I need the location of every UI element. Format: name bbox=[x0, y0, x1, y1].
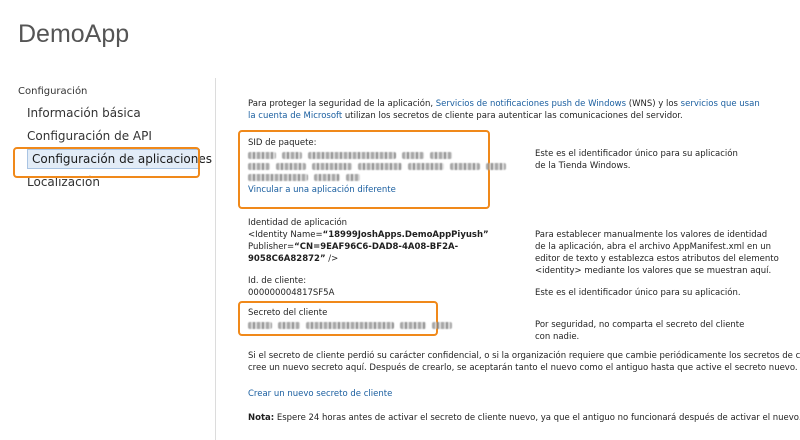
app-identity-desc-line3: editor de texto y establezca estos atrib… bbox=[535, 254, 779, 264]
microsoft-account-services-link-b[interactable]: la cuenta de Microsoft bbox=[248, 111, 342, 121]
intro-text-3: utilizan los secretos de cliente para au… bbox=[342, 111, 683, 121]
package-sid-label: SID de paquete: bbox=[248, 138, 317, 148]
secret-info-line2: cree un nuevo secreto aquí. Después de c… bbox=[248, 363, 798, 373]
client-id-value: 000000004817SF5A bbox=[248, 288, 335, 298]
sidebar-item-informacion-basica[interactable]: Información básica bbox=[18, 103, 208, 123]
app-identity-line3: 9058C6A82872” /> bbox=[248, 253, 338, 265]
app-identity-line1: <Identity Name=“18999JoshApps.DemoAppPiy… bbox=[248, 229, 489, 241]
app-identity-desc-line4: <identity> mediante los valores que se m… bbox=[535, 266, 772, 276]
client-secret-desc-line1: Por seguridad, no comparta el secreto de… bbox=[535, 320, 745, 330]
intro-text-2: (WNS) y los bbox=[626, 99, 681, 109]
identity-publisher-value: “CN=9EAF96C6-DAD8-4A08-BF2A- bbox=[294, 242, 459, 252]
client-secret-desc-line2: con nadie. bbox=[535, 332, 580, 342]
app-title: DemoApp bbox=[18, 20, 130, 48]
microsoft-account-services-link-a[interactable]: servicios que usan bbox=[681, 99, 760, 109]
identity-publisher-prefix: Publisher= bbox=[248, 242, 295, 252]
client-secret-label: Secreto del cliente bbox=[248, 308, 328, 318]
package-sid-desc-line1: Este es el identificador único para su a… bbox=[535, 149, 738, 159]
note-text: Espere 24 horas antes de activar el secr… bbox=[274, 413, 800, 423]
app-identity-desc-line1: Para establecer manualmente los valores … bbox=[535, 230, 768, 240]
client-id-label: Id. de cliente: bbox=[248, 276, 307, 286]
app-identity-label: Identidad de aplicación bbox=[248, 218, 348, 228]
sidebar-section-label: Configuración bbox=[18, 86, 88, 97]
intro-text-1: Para proteger la seguridad de la aplicac… bbox=[248, 99, 436, 109]
app-identity-line2: Publisher=“CN=9EAF96C6-DAD8-4A08-BF2A- bbox=[248, 241, 458, 253]
note-paragraph: Nota: Espere 24 horas antes de activar e… bbox=[248, 412, 800, 424]
identity-name-prefix: <Identity Name= bbox=[248, 230, 323, 240]
wns-link[interactable]: Servicios de notificaciones push de Wind… bbox=[436, 99, 626, 109]
secret-info-line1: Si el secreto de cliente perdió su carác… bbox=[248, 351, 800, 361]
main-content: Para proteger la seguridad de la aplicac… bbox=[235, 0, 800, 440]
note-label: Nota: bbox=[248, 413, 275, 423]
package-sid-value-line1 bbox=[248, 150, 458, 161]
sidebar-divider bbox=[215, 78, 216, 440]
identity-close-tag: /> bbox=[325, 254, 339, 264]
identity-publisher-value-cont: 9058C6A82872” bbox=[248, 254, 326, 264]
create-new-secret-link[interactable]: Crear un nuevo secreto de cliente bbox=[248, 388, 392, 400]
sidebar-item-configuracion-aplicaciones[interactable]: Configuración de aplicaciones bbox=[27, 149, 212, 169]
intro-paragraph: Para proteger la seguridad de la aplicac… bbox=[248, 98, 768, 122]
package-sid-value-line2 bbox=[248, 161, 512, 172]
package-sid-value-line3 bbox=[248, 172, 366, 183]
app-identity-desc-line2: de la aplicación, abra el archivo AppMan… bbox=[535, 242, 772, 252]
client-id-desc: Este es el identificador único para su a… bbox=[535, 288, 741, 298]
sidebar-item-configuracion-api[interactable]: Configuración de API bbox=[18, 126, 208, 146]
identity-name-value: “18999JoshApps.DemoAppPiyush” bbox=[322, 230, 489, 240]
sidebar-item-localizacion[interactable]: Localización bbox=[18, 172, 208, 192]
link-different-app[interactable]: Vincular a una aplicación diferente bbox=[248, 184, 396, 196]
sidebar: Configuración Información básica Configu… bbox=[18, 86, 212, 195]
client-secret-value bbox=[248, 320, 458, 331]
package-sid-desc-line2: de la Tienda Windows. bbox=[535, 161, 631, 171]
